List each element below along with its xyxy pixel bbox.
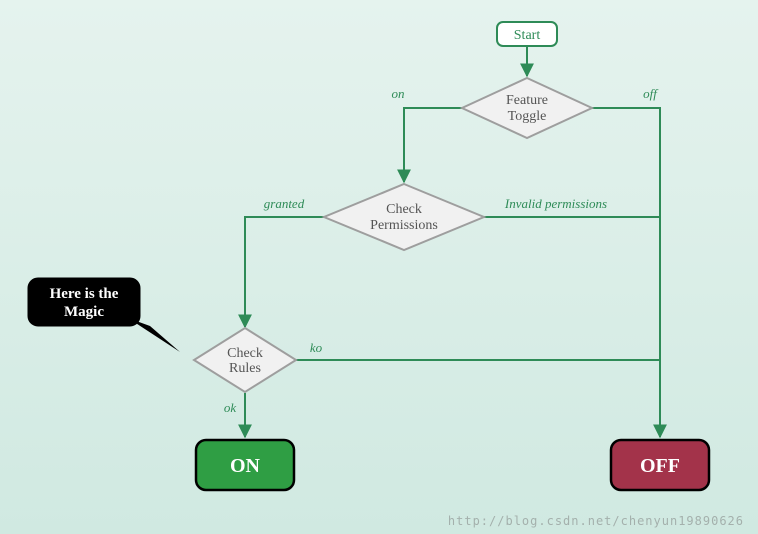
edge-perm-granted — [245, 217, 324, 327]
node-check-permissions — [324, 184, 484, 250]
edge-label-invalid: Invalid permissions — [504, 196, 607, 211]
edge-toggle-on — [404, 108, 462, 182]
node-check-rules-label-1: Check — [227, 346, 263, 361]
node-check-permissions-label-1: Check — [386, 202, 422, 217]
node-check-permissions-label-2: Permissions — [370, 218, 438, 233]
node-off-label: OFF — [640, 455, 680, 477]
edge-label-granted: granted — [264, 196, 305, 211]
edge-label-ko: ko — [310, 340, 323, 355]
node-feature-toggle-label-1: Feature — [506, 93, 548, 108]
node-check-rules-label-2: Rules — [229, 361, 261, 376]
flowchart-canvas: on off granted Invalid permissions ok ko… — [0, 0, 758, 534]
watermark-text: http://blog.csdn.net/chenyun19890626 — [448, 514, 744, 528]
node-feature-toggle-label-2: Toggle — [508, 109, 547, 124]
edge-label-off: off — [643, 86, 659, 101]
edge-label-ok: ok — [224, 400, 237, 415]
callout-text-1: Here is the — [50, 286, 119, 302]
callout-text-2: Magic — [64, 304, 104, 320]
edge-toggle-off — [592, 108, 660, 437]
edge-label-on: on — [392, 86, 405, 101]
node-feature-toggle — [462, 78, 592, 138]
node-start-label: Start — [514, 28, 541, 43]
node-on-label: ON — [230, 455, 261, 477]
